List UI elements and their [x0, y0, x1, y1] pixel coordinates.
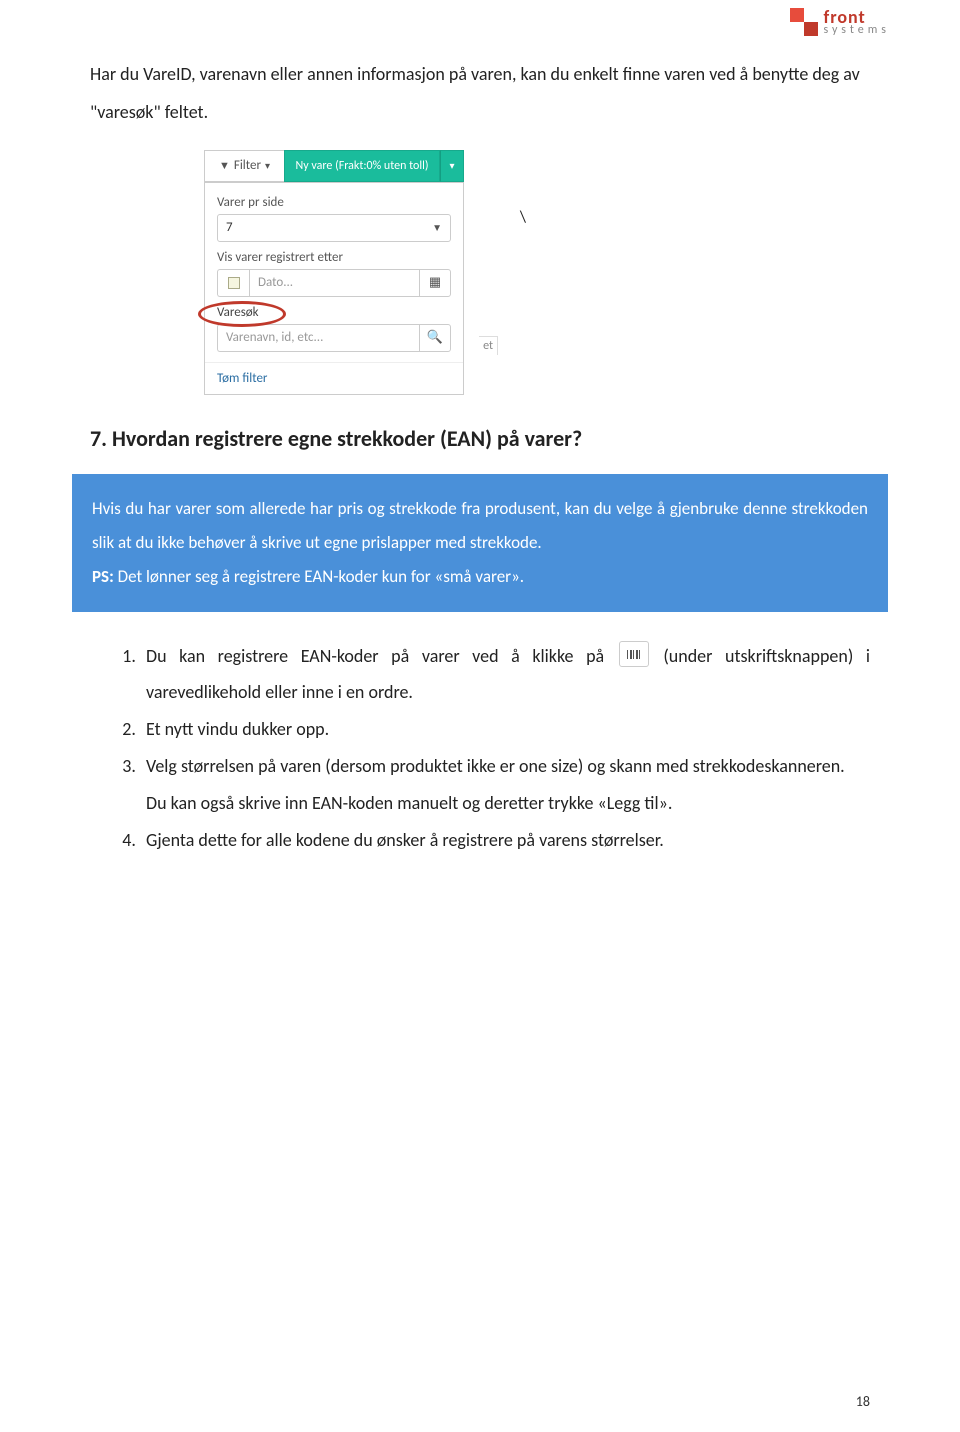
date-input[interactable]: Dato...: [249, 269, 419, 297]
logo-mark-icon: [790, 8, 818, 36]
step-1-text-a: Du kan registrere EAN-koder på varer ved…: [146, 645, 617, 667]
caret-down-icon: ▾: [265, 159, 270, 172]
item-search-placeholder: Varenavn, id, etc...: [226, 330, 323, 345]
step-1: Du kan registrere EAN-koder på varer ved…: [140, 638, 870, 712]
barcode-button[interactable]: [619, 641, 649, 667]
caret-down-icon: ▼: [432, 221, 442, 234]
step-4: Gjenta dette for alle kodene du ønsker å…: [140, 822, 870, 859]
step-3-text-b: Du kan også skrive inn EAN-koden manuelt…: [146, 792, 672, 814]
step-3-text-a: Velg størrelsen på varen (dersom produkt…: [146, 755, 845, 777]
calendar-icon: ▦: [429, 275, 441, 290]
new-item-label: Ny vare (Frakt:0% uten toll): [296, 159, 429, 173]
search-button[interactable]: 🔍: [419, 324, 451, 352]
item-search-input[interactable]: Varenavn, id, etc...: [217, 324, 419, 352]
search-icon: 🔍: [427, 330, 443, 345]
stray-backslash: \: [520, 208, 526, 227]
step-2: Et nytt vindu dukker opp.: [140, 711, 870, 748]
barcode-icon: [627, 650, 640, 659]
caret-down-icon: ▾: [449, 159, 454, 172]
funnel-icon: ▼: [219, 159, 230, 172]
logo-text-2: systems: [824, 25, 891, 36]
filter-button-label: Filter: [234, 158, 261, 173]
section-heading: 7. Hvordan registrere egne strekkoder (E…: [90, 425, 870, 452]
brand-logo: front systems: [790, 8, 891, 36]
filter-panel-figure: \ ▼ Filter ▾ Ny vare (Frakt:0% uten toll…: [204, 150, 464, 395]
filter-button[interactable]: ▼ Filter ▾: [204, 150, 284, 182]
stray-et-fragment: et: [479, 336, 498, 355]
date-placeholder: Dato...: [258, 275, 293, 290]
registered-after-label: Vis varer registrert etter: [217, 250, 451, 265]
intro-paragraph: Har du VareID, varenavn eller annen info…: [90, 56, 870, 132]
items-per-page-select[interactable]: 7 ▼: [217, 214, 451, 242]
new-item-dropdown[interactable]: ▾: [440, 150, 464, 182]
info-box: Hvis du har varer som allerede har pris …: [72, 474, 888, 612]
items-per-page-label: Varer pr side: [217, 195, 451, 210]
clear-filter-link[interactable]: Tøm filter: [205, 362, 463, 394]
info-box-ps-text: Det lønner seg å registrere EAN-koder ku…: [114, 566, 524, 587]
new-item-button[interactable]: Ny vare (Frakt:0% uten toll): [284, 150, 440, 182]
step-3: Velg størrelsen på varen (dersom produkt…: [140, 748, 870, 822]
steps-list: Du kan registrere EAN-koder på varer ved…: [90, 638, 870, 859]
info-box-ps-label: PS:: [92, 566, 114, 587]
highlight-oval: [198, 301, 286, 327]
page-number: 18: [856, 1393, 870, 1410]
date-checkbox[interactable]: [217, 269, 249, 297]
info-box-paragraph: Hvis du har varer som allerede har pris …: [92, 492, 868, 560]
items-per-page-value: 7: [226, 220, 233, 235]
calendar-button[interactable]: ▦: [419, 269, 451, 297]
